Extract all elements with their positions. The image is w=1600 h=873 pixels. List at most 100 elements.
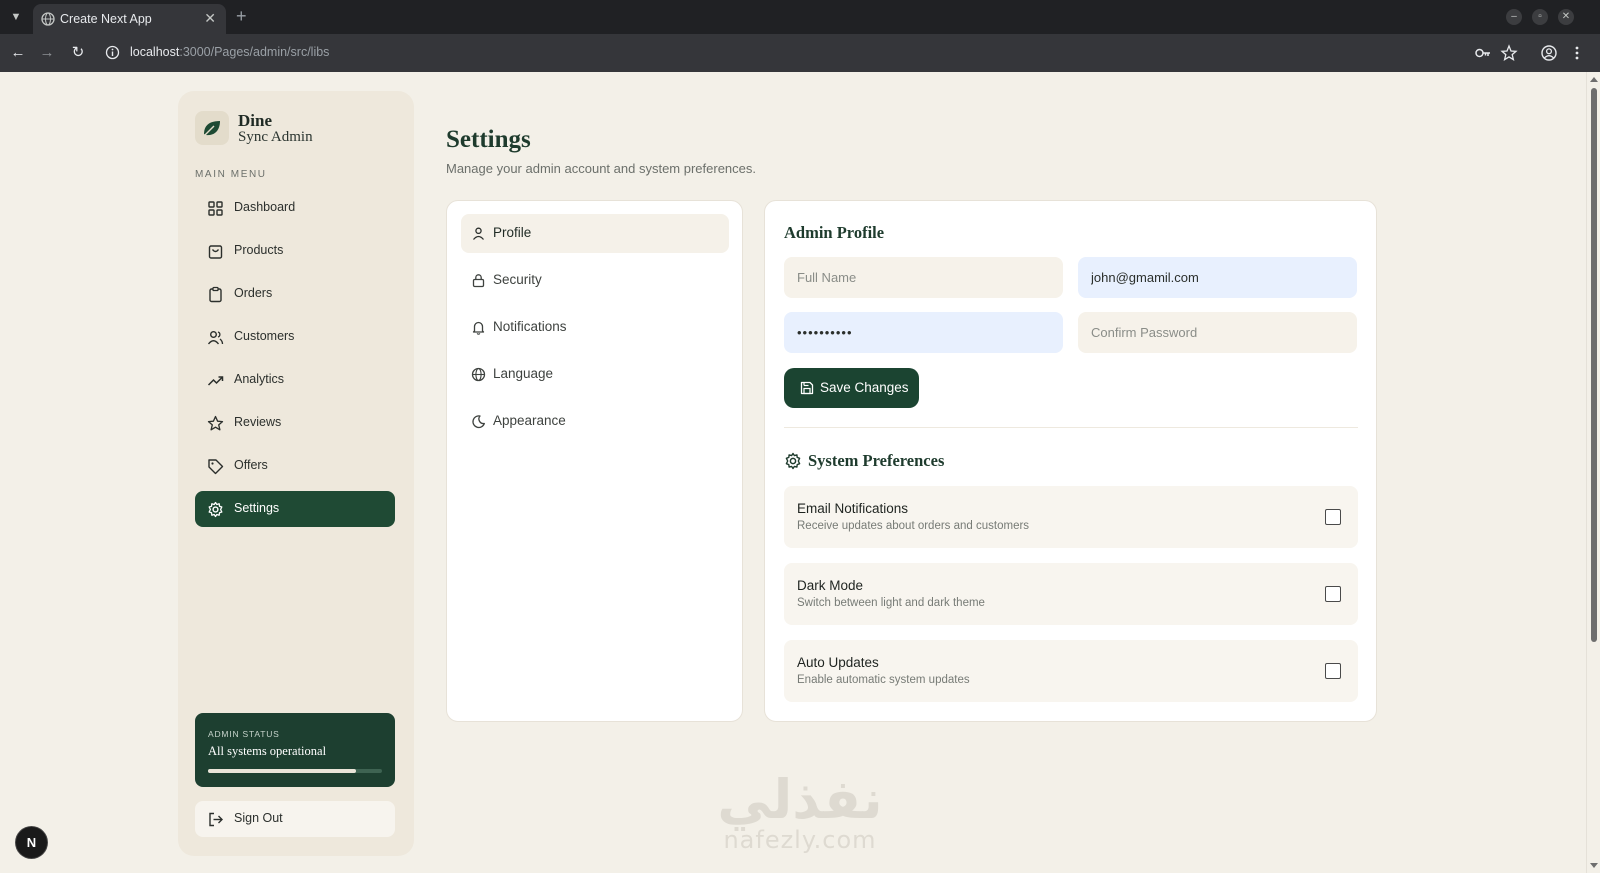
log-out-icon <box>209 812 223 827</box>
close-tab-icon[interactable]: ✕ <box>204 11 216 25</box>
tab-profile[interactable]: Profile <box>461 214 729 253</box>
sidebar: Dine Sync Admin MAIN MENU Dashboard Prod… <box>178 91 414 856</box>
pref-auto-updates: Auto Updates Enable automatic system upd… <box>784 640 1358 702</box>
user-icon <box>473 227 484 240</box>
users-icon <box>207 331 224 345</box>
trending-up-icon <box>207 376 224 386</box>
auto-updates-checkbox[interactable] <box>1325 663 1341 679</box>
globe-icon <box>41 12 55 26</box>
sidebar-item-label: Dashboard <box>234 200 296 214</box>
moon-icon <box>472 415 485 429</box>
sign-out-label: Sign Out <box>234 811 283 825</box>
watermark: نفذلي nafezly.com <box>700 768 900 855</box>
forward-arrow-icon[interactable]: → <box>38 44 56 62</box>
sidebar-item-products[interactable]: Products <box>195 233 395 269</box>
shopping-bag-icon <box>208 245 223 259</box>
tab-notifications[interactable]: Notifications <box>461 308 729 347</box>
admin-status-text: All systems operational <box>208 744 327 758</box>
close-window-icon[interactable]: ✕ <box>1558 9 1574 25</box>
gear-icon <box>208 501 223 518</box>
section-divider <box>784 427 1358 428</box>
sidebar-item-dashboard[interactable]: Dashboard <box>195 190 395 226</box>
sidebar-item-label: Analytics <box>234 372 285 386</box>
page-title: Settings <box>446 126 531 153</box>
system-preferences-title: System Preferences <box>808 451 945 470</box>
watermark-latin: nafezly.com <box>723 826 877 854</box>
url-host: localhost <box>130 45 180 59</box>
pref-title: Dark Mode <box>797 578 864 593</box>
sidebar-item-analytics[interactable]: Analytics <box>195 362 395 398</box>
brand-subtitle: Sync Admin <box>238 129 313 145</box>
password-input[interactable] <box>784 312 1063 353</box>
tab-search-chevron-icon[interactable]: ▼ <box>8 9 24 25</box>
watermark-arabic: نفذلي <box>717 768 883 831</box>
leaf-icon <box>204 121 220 136</box>
settings-tabs-card: Profile Security Notifications Language … <box>446 200 743 722</box>
confirm-password-input[interactable] <box>1078 312 1357 353</box>
save-icon <box>800 381 814 395</box>
lock-icon <box>472 274 485 288</box>
address-bar: ← → ↻ localhost:3000/Pages/admin/src/lib… <box>0 34 1600 72</box>
tab-language[interactable]: Language <box>461 355 729 394</box>
browser-tab[interactable]: Create Next App ✕ <box>33 4 226 34</box>
globe-icon <box>471 367 486 382</box>
status-progress-fill <box>208 769 356 773</box>
brand-name: Dine <box>238 111 272 130</box>
profile-icon[interactable] <box>1540 44 1558 62</box>
sidebar-item-orders[interactable]: Orders <box>195 276 395 312</box>
key-icon[interactable] <box>1474 44 1492 62</box>
dark-mode-checkbox[interactable] <box>1325 586 1341 602</box>
pref-title: Email Notifications <box>797 501 909 516</box>
sidebar-item-label: Orders <box>234 286 273 300</box>
pref-description: Switch between light and dark theme <box>797 597 985 609</box>
admin-status-card: ADMIN STATUS All systems operational <box>195 713 395 787</box>
sidebar-item-reviews[interactable]: Reviews <box>195 405 395 441</box>
pref-description: Enable automatic system updates <box>797 674 970 686</box>
tab-appearance[interactable]: Appearance <box>461 402 729 441</box>
sidebar-item-settings[interactable]: Settings <box>195 491 395 527</box>
tab-label: Security <box>493 272 542 287</box>
page-subtitle: Manage your admin account and system pre… <box>446 161 757 176</box>
gear-icon <box>785 452 801 470</box>
tab-label: Profile <box>493 225 532 240</box>
sidebar-item-offers[interactable]: Offers <box>195 448 395 484</box>
next-dev-indicator[interactable]: N <box>16 827 47 858</box>
tab-label: Appearance <box>493 413 566 428</box>
scroll-thumb[interactable] <box>1591 88 1597 642</box>
back-arrow-icon[interactable]: ← <box>9 44 27 62</box>
grid-icon <box>208 201 223 216</box>
sidebar-item-label: Offers <box>234 458 268 472</box>
pref-dark-mode: Dark Mode Switch between light and dark … <box>784 563 1358 625</box>
sidebar-item-label: Reviews <box>234 415 282 429</box>
pref-description: Receive updates about orders and custome… <box>797 520 1030 532</box>
sidebar-item-label: Products <box>234 243 284 257</box>
scroll-down-arrow-icon[interactable] <box>1590 863 1598 868</box>
save-changes-label: Save Changes <box>820 380 909 395</box>
scroll-up-arrow-icon[interactable] <box>1590 77 1598 82</box>
minimize-icon[interactable]: – <box>1506 9 1522 25</box>
url-path: :3000/Pages/admin/src/libs <box>179 45 330 59</box>
full-name-input[interactable] <box>784 257 1063 298</box>
clipboard-icon <box>209 286 222 303</box>
more-menu-icon[interactable] <box>1568 44 1586 62</box>
sidebar-item-label: Customers <box>234 329 295 343</box>
page-scrollbar[interactable] <box>1586 72 1600 873</box>
url-field[interactable]: localhost:3000/Pages/admin/src/libs <box>130 45 329 59</box>
sidebar-item-customers[interactable]: Customers <box>195 319 395 355</box>
bookmark-star-icon[interactable] <box>1500 44 1518 62</box>
tag-icon <box>208 459 224 475</box>
new-tab-icon[interactable]: + <box>236 7 247 25</box>
restore-icon[interactable]: ▫ <box>1532 9 1548 25</box>
tab-title: Create Next App <box>60 12 152 26</box>
tab-security[interactable]: Security <box>461 261 729 300</box>
site-info-icon[interactable] <box>105 45 120 60</box>
sign-out-button[interactable]: Sign Out <box>195 801 395 837</box>
admin-profile-title: Admin Profile <box>784 223 885 242</box>
pref-email-notifications: Email Notifications Receive updates abou… <box>784 486 1358 548</box>
brand-logo <box>195 111 229 145</box>
pref-title: Auto Updates <box>797 655 879 670</box>
email-notifications-checkbox[interactable] <box>1325 509 1341 525</box>
email-input[interactable] <box>1078 257 1357 298</box>
save-changes-button[interactable]: Save Changes <box>784 368 919 408</box>
reload-icon[interactable]: ↻ <box>69 44 87 62</box>
